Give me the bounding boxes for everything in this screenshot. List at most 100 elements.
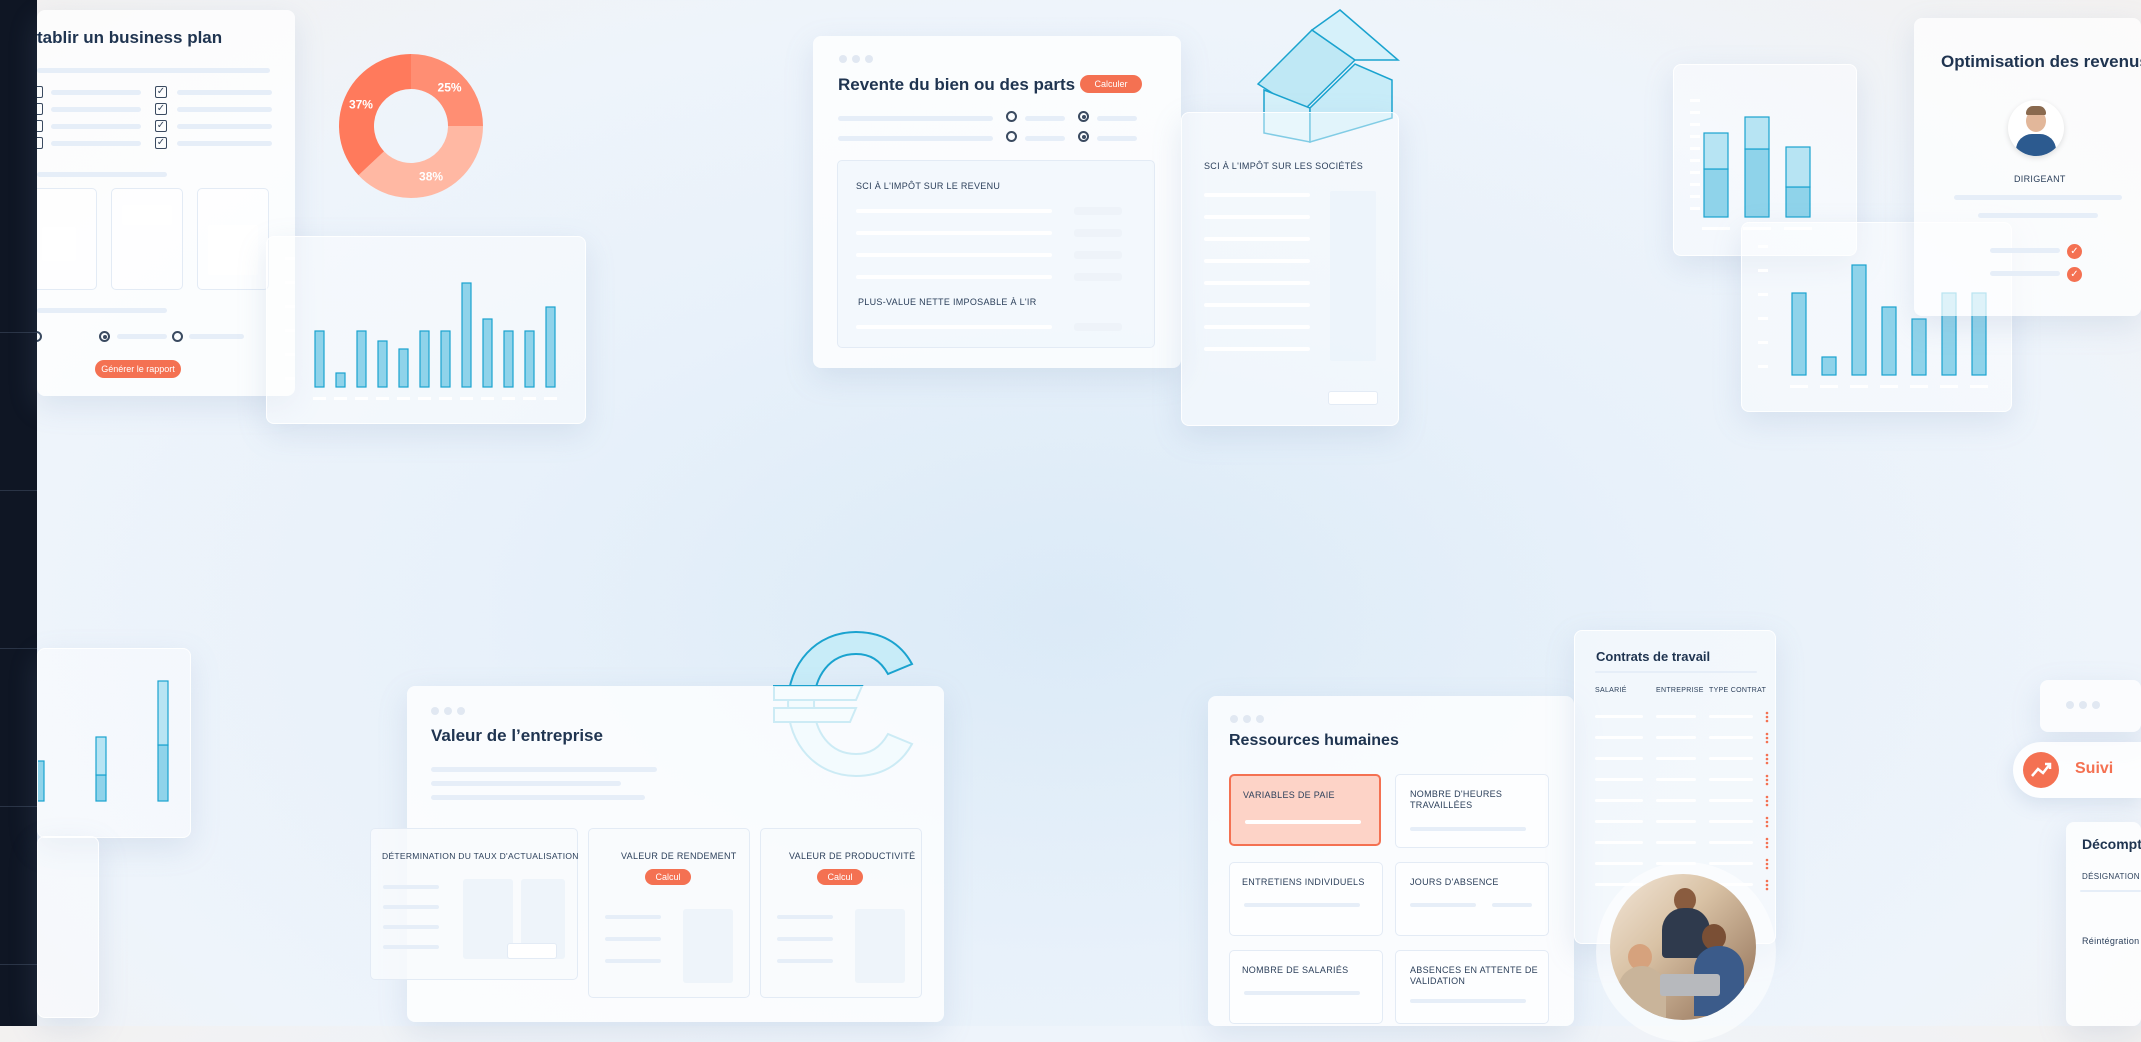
check-icon: ✓ [2067,267,2082,282]
calculer-button[interactable]: Calculer [1080,75,1142,93]
x-tick-label [1970,385,1988,388]
rh-tile-salaries[interactable]: NOMBRE DE SALARIÉS [1229,950,1383,1024]
decompte-title: Décompte [2082,836,2141,852]
chart-bar [482,318,493,388]
axis-tick [1758,365,1768,368]
chart-bar [1785,186,1811,218]
table-cell [1595,841,1643,844]
section-label: SCI À L'IMPÔT SUR LE REVENU [856,181,1001,191]
x-tick-label [1702,227,1730,230]
axis-tick [1690,147,1700,150]
more-icon[interactable] [1765,719,1769,723]
more-icon[interactable] [1765,757,1769,761]
axis-tick [285,353,295,356]
table-cell [1709,820,1753,823]
actualisation-panel: DÉTERMINATION DU TAUX D'ACTUALISATION [370,828,578,980]
more-icon[interactable] [1765,803,1769,807]
donut-label: 37% [349,97,373,111]
x-tick-label [418,397,431,400]
chart-bar [335,372,346,388]
revente-title: Revente du bien ou des parts [838,75,1076,94]
axis-tick [1690,159,1700,162]
avatar [2008,100,2064,156]
more-icon[interactable] [1765,799,1769,803]
chart-bar [157,744,169,802]
axis-tick [1690,99,1700,102]
x-tick-label [439,397,452,400]
more-icon[interactable] [1765,816,1769,820]
more-icon[interactable] [1765,820,1769,824]
more-icon[interactable] [1765,778,1769,782]
checkbox-icon[interactable]: ✓ [155,86,167,98]
x-tick-label [355,397,368,400]
table-cell [1656,841,1696,844]
table-cell [1656,778,1696,781]
x-tick-label [460,397,473,400]
donut-slice [358,126,483,198]
more-icon[interactable] [1765,887,1769,891]
axis-tick [1758,293,1768,296]
calcul-button[interactable]: Calcul [817,869,863,885]
chart-bar [377,340,388,388]
more-icon[interactable] [1765,782,1769,786]
rh-tile-absence[interactable]: JOURS D'ABSENCE [1395,862,1549,936]
chart-bar [1851,264,1867,376]
x-tick-label [313,397,326,400]
societes-label: SCI À L'IMPÔT SUR LES SOCIÉTÉS [1204,161,1364,171]
table-cell [1595,820,1643,823]
more-icon[interactable] [1765,736,1769,740]
more-icon[interactable] [1765,845,1769,849]
axis-tick [1690,195,1700,198]
chart-bar [461,282,472,388]
check-icon: ✓ [2067,244,2082,259]
more-icon[interactable] [1765,711,1769,715]
more-icon[interactable] [1765,858,1769,862]
rh-tile-entretiens[interactable]: ENTRETIENS INDIVIDUELS [1229,862,1383,936]
chart-bar [1703,168,1729,218]
more-icon[interactable] [1765,795,1769,799]
axis-tick [1690,123,1700,126]
more-icon[interactable] [1765,774,1769,778]
valeur-title: Valeur de l’entreprise [431,726,603,745]
table-cell [1709,862,1753,865]
more-icon[interactable] [1765,862,1769,866]
rh-tile-attente[interactable]: ABSENCES EN ATTENTE DE VALIDATION [1395,950,1549,1024]
x-tick-label [481,397,494,400]
trend-icon [2023,752,2059,788]
more-icon[interactable] [1765,740,1769,744]
more-icon[interactable] [1765,715,1769,719]
more-icon[interactable] [1765,879,1769,883]
rendement-panel: VALEUR DE RENDEMENT Calcul [588,828,750,998]
calcul-button[interactable]: Calcul [645,869,691,885]
more-icon[interactable] [1765,883,1769,887]
bar-chart-card-1 [266,236,586,424]
more-icon[interactable] [1765,732,1769,736]
more-icon[interactable] [1765,841,1769,845]
rh-tile-heures[interactable]: NOMBRE D'HEURES TRAVAILLÉES [1395,774,1549,848]
table-cell [1709,778,1753,781]
chart-bar [38,760,45,802]
generate-report-button[interactable]: Générer le rapport [95,360,181,378]
table-cell [1656,736,1696,739]
more-icon[interactable] [1765,753,1769,757]
more-icon[interactable] [1765,824,1769,828]
x-tick-label [1880,385,1898,388]
table-cell [1595,757,1643,760]
table-cell [1709,736,1753,739]
axis-tick [285,281,295,284]
more-icon[interactable] [1765,837,1769,841]
rh-tile-variables[interactable]: VARIABLES DE PAIE [1229,774,1381,846]
more-icon[interactable] [1765,866,1769,870]
x-tick-label [397,397,410,400]
suivi-badge[interactable]: Suivi [2013,742,2141,798]
chart-bar [95,736,107,776]
more-icon[interactable] [1765,761,1769,765]
axis-tick [285,257,295,260]
chart-bar [1791,292,1807,376]
x-tick-label [1910,385,1928,388]
radio-selected[interactable] [99,331,110,342]
table-cell [1709,799,1753,802]
axis-tick [1758,269,1768,272]
x-tick-label [334,397,347,400]
x-tick-label [1820,385,1838,388]
